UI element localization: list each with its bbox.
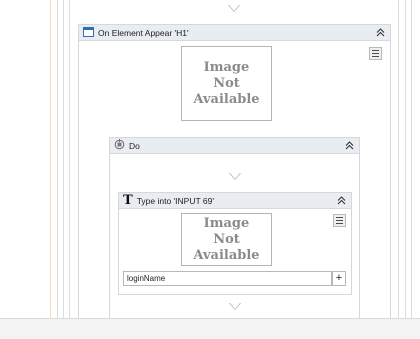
canvas-guide-line	[69, 0, 70, 319]
on-element-appear-header[interactable]: On Element Appear 'H1'	[79, 25, 390, 41]
type-T-icon: T	[123, 192, 133, 208]
placeholder-text: Not	[213, 231, 240, 247]
image-not-available-placeholder: Image Not Available	[181, 46, 272, 121]
canvas-guide-line	[398, 0, 399, 319]
type-into-header[interactable]: T Type into 'INPUT 69'	[119, 193, 351, 209]
canvas-guide-line	[57, 0, 58, 319]
canvas-guide-line	[411, 0, 412, 319]
double-chevron-up-icon[interactable]	[344, 141, 354, 151]
double-chevron-up-icon[interactable]	[336, 196, 346, 206]
hamburger-menu-icon[interactable]	[333, 214, 346, 227]
placeholder-text: Not	[213, 75, 240, 91]
drop-arrow-icon[interactable]	[228, 5, 240, 12]
do-header[interactable]: Do	[110, 138, 359, 154]
canvas-guide-line	[63, 0, 64, 319]
placeholder-text: Available	[193, 91, 260, 107]
text-value-input[interactable]: loginName	[123, 271, 332, 286]
window-icon	[83, 26, 94, 39]
placeholder-text: Image	[203, 59, 250, 75]
on-element-appear-title: On Element Appear 'H1'	[98, 27, 189, 38]
drop-arrow-icon[interactable]	[229, 173, 241, 180]
hamburger-menu-icon[interactable]	[369, 47, 382, 60]
add-button[interactable]: +	[332, 271, 346, 286]
canvas-guide-line	[405, 0, 406, 319]
do-sequence-block[interactable]: Do T Type into 'INPUT 69' Image Not Avai…	[109, 137, 360, 337]
sequence-icon	[114, 139, 125, 152]
type-into-activity[interactable]: T Type into 'INPUT 69' Image Not Availab…	[118, 192, 352, 295]
on-element-appear-activity[interactable]: On Element Appear 'H1' Image Not Availab…	[78, 24, 391, 337]
type-into-title: Type into 'INPUT 69'	[136, 195, 214, 206]
canvas-guide-line	[50, 0, 51, 319]
placeholder-text: Available	[193, 247, 260, 263]
double-chevron-up-icon[interactable]	[375, 28, 385, 38]
do-title: Do	[129, 140, 140, 151]
drop-arrow-icon[interactable]	[229, 303, 241, 310]
placeholder-text: Image	[203, 215, 250, 231]
image-not-available-placeholder: Image Not Available	[181, 213, 272, 266]
bottom-status-bar	[0, 318, 420, 339]
